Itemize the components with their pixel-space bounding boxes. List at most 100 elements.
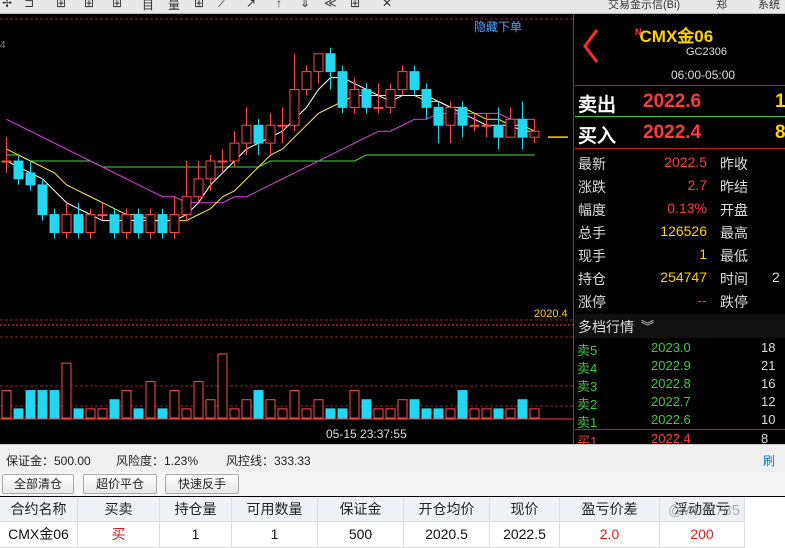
kline-chart[interactable]: 2020.4 05-15 23:37:55 4 隐藏下单: [0, 14, 574, 444]
table-cell[interactable]: 500: [318, 522, 404, 548]
candle-down: [409, 71, 420, 90]
close-all-button[interactable]: 全部清仓: [2, 474, 74, 494]
toolbar: ✢ ⊐ ⊞ ⊞ ⊞ 目 量 ⊞ ⟋ ↗ ↑ ⇓ ≪ ⊞ ✕ 交易金示信(Bi) …: [0, 0, 785, 14]
arrow-icon[interactable]: ↗: [246, 0, 256, 10]
time-cursor-label: 05-15 23:37:55: [326, 427, 407, 441]
candle-up: [181, 196, 192, 216]
over-close-button[interactable]: 超价平仓: [83, 474, 157, 494]
candle-up: [505, 118, 516, 138]
stat-label: 现手: [578, 248, 606, 264]
column-header[interactable]: 现价: [490, 497, 560, 522]
column-header[interactable]: 开仓均价: [404, 497, 490, 522]
risk-text: 风险度：1.23%: [116, 454, 199, 468]
volume-bar: [481, 408, 492, 419]
sell-label: 卖出: [578, 95, 617, 116]
stat-label-2: 时间: [720, 271, 748, 287]
candle-down: [517, 118, 528, 138]
volume-bar: [49, 390, 60, 419]
stat-row: 现手 1 最低: [575, 243, 785, 266]
multi-frame-icon[interactable]: ⊞: [84, 0, 94, 10]
double-left-icon[interactable]: ≪: [324, 0, 337, 10]
cursor-icon[interactable]: ✢: [2, 0, 12, 10]
buy-label: 买入: [578, 126, 617, 147]
table-cell[interactable]: 买: [78, 522, 160, 548]
volume-bar: [289, 390, 300, 419]
table-cell[interactable]: CMX金06: [0, 522, 78, 548]
volume-bar: [121, 390, 132, 419]
volume-bar: [517, 399, 528, 419]
sell-row[interactable]: 卖出 2022.6 1: [575, 87, 785, 117]
volume-bar: [157, 408, 168, 419]
chevron-down-icon[interactable]: ︾: [641, 316, 654, 335]
stat-label-2: 最高: [720, 225, 748, 241]
down-icon[interactable]: ⇓: [300, 0, 310, 10]
depth-price: 2022.9: [651, 358, 691, 373]
volume-bar: [469, 408, 480, 419]
risk-line-text: 风控线：333.33: [226, 454, 311, 468]
column-header[interactable]: 可用数量: [232, 497, 318, 522]
axis-tick: 4: [0, 40, 6, 51]
table-cell[interactable]: 1: [160, 522, 232, 548]
candle-up: [277, 124, 288, 127]
depth-header[interactable]: 多档行情 ︾: [575, 314, 785, 338]
pen-icon[interactable]: ⊐: [24, 0, 34, 10]
grid-icon[interactable]: 目: [142, 0, 154, 13]
candle-up: [397, 71, 408, 90]
column-header[interactable]: 盈亏价差: [560, 497, 660, 522]
candle-up: [481, 124, 492, 127]
candle-up: [265, 124, 276, 144]
multi-frame2-icon[interactable]: ⊞: [112, 0, 122, 10]
candle-down: [325, 53, 336, 73]
stat-label: 总手: [578, 225, 606, 241]
depth-row[interactable]: 卖3 2022.8 16: [575, 375, 785, 394]
fill-icon[interactable]: 量: [168, 0, 180, 13]
pin-icon[interactable]: ↑: [276, 0, 282, 10]
table-cell[interactable]: 2022.5: [490, 522, 560, 548]
candle-up: [193, 178, 204, 198]
table-cell[interactable]: 2.0: [560, 522, 660, 548]
volume-bar: [373, 408, 384, 419]
column-header[interactable]: 合约名称: [0, 497, 78, 522]
quote-panel: NCMX金06 GC2306 06:00-05:00 卖出 2022.6 1 买…: [575, 14, 785, 449]
depth-row[interactable]: 卖1 2022.6 10: [575, 411, 785, 430]
stat-label: 最新: [578, 156, 606, 172]
volume-bar: [265, 399, 276, 419]
layout-icon[interactable]: ⊞: [194, 0, 204, 10]
stat-row: 涨跌 2.7 昨结: [575, 174, 785, 197]
volume-bar: [85, 408, 96, 419]
buy-row[interactable]: 买入 2022.4 8: [575, 118, 785, 148]
contract-code: GC2306: [686, 46, 727, 58]
column-header[interactable]: 持仓量: [160, 497, 232, 522]
reverse-button[interactable]: 快速反手: [165, 474, 239, 494]
stat-value: 254747: [660, 269, 707, 285]
candle-down: [25, 172, 36, 186]
depth-row[interactable]: 卖4 2022.9 21: [575, 357, 785, 376]
back-arrow-icon[interactable]: [579, 26, 603, 66]
volume-bar: [433, 408, 444, 419]
table-cell[interactable]: 1: [232, 522, 318, 548]
table-cell[interactable]: 2020.5: [404, 522, 490, 548]
volume-bar: [73, 408, 84, 419]
table-cell[interactable]: 200: [660, 522, 745, 548]
volume-bar: [277, 408, 288, 419]
stat-label-2: 开盘: [720, 202, 748, 218]
candle-up: [229, 142, 240, 162]
close-icon[interactable]: ✕: [382, 0, 392, 10]
depth-row[interactable]: 卖5 2023.0 18: [575, 339, 785, 358]
candle-up: [385, 89, 396, 108]
hide-order-link[interactable]: 隐藏下单: [474, 18, 522, 35]
line-tool-icon[interactable]: ⟋: [218, 0, 226, 11]
price-axis-label: 2020.4: [534, 308, 568, 320]
contract-name: NCMX金06: [635, 22, 713, 47]
stat-label-2: 跌停: [720, 294, 748, 310]
account-label: 交易金示信(Bi): [608, 0, 681, 11]
column-header[interactable]: 保证金: [318, 497, 404, 522]
candle-up: [445, 106, 456, 126]
frame-icon[interactable]: ⊞: [56, 0, 66, 10]
stat-value: --: [697, 292, 707, 308]
depth-row[interactable]: 卖2 2022.7 12: [575, 393, 785, 412]
volume-bar: [313, 399, 324, 419]
volume-bar: [169, 390, 180, 419]
column-header[interactable]: 买卖: [78, 497, 160, 522]
grid2-icon[interactable]: ⊞: [350, 0, 360, 10]
